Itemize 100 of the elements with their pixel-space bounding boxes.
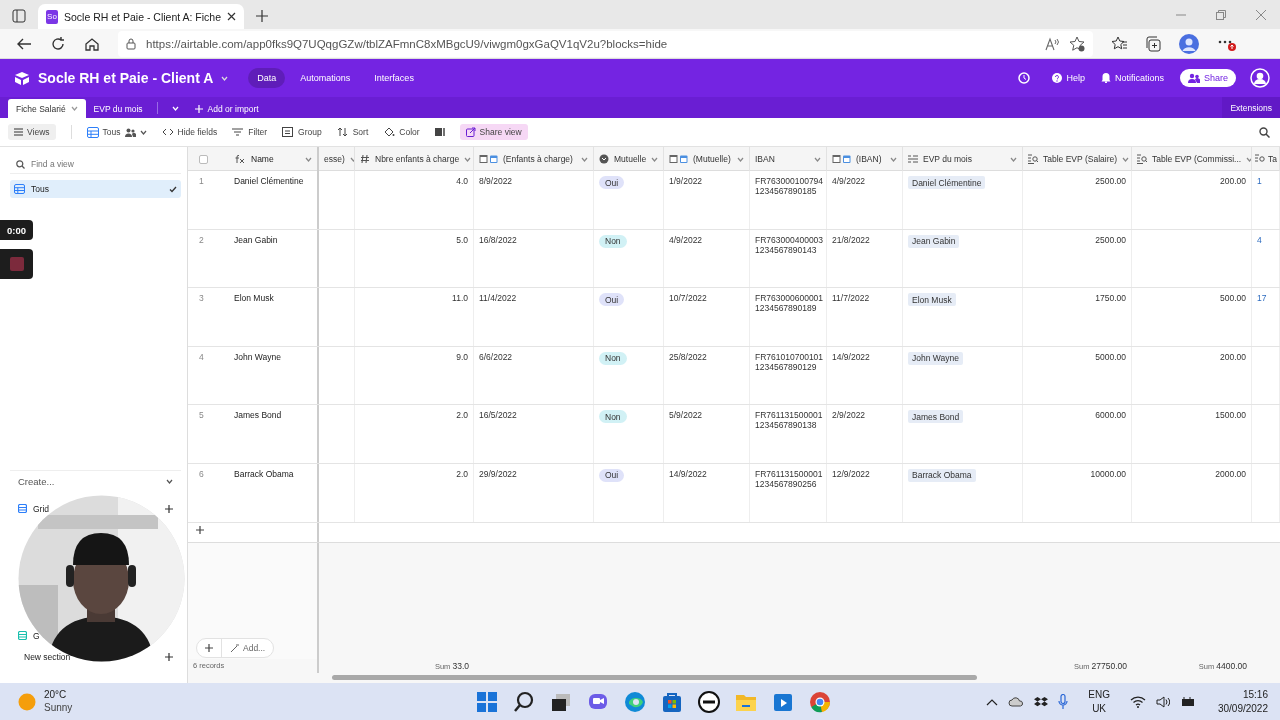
share-button[interactable]: Share	[1179, 69, 1236, 87]
read-aloud-icon[interactable]	[1045, 36, 1059, 51]
new-tab-icon[interactable]	[256, 10, 268, 22]
address-bar[interactable]: https://airtable.com/app0fks9Q7UQqgGZw/tblZAFmnC8xMBgcU9/viwgm0gxGaQV1qV2u?blocks=hide	[118, 30, 1093, 57]
table-cell: 2000.00	[1132, 463, 1252, 522]
grid-icon	[14, 184, 25, 194]
row-height-icon[interactable]	[434, 127, 445, 137]
add-favorite-icon[interactable]	[1069, 35, 1085, 52]
table-cell: 4/9/2022	[827, 171, 903, 229]
chevron-down-icon	[166, 479, 173, 485]
horizontal-scrollbar[interactable]	[332, 675, 977, 681]
browser-tab[interactable]: So Socle RH et Paie - Client A: Fiche	[38, 4, 244, 29]
caret-icon	[1122, 156, 1130, 162]
clock[interactable]: 15:16 30/09/2022	[1217, 688, 1268, 716]
table-cell: FR763000100794 1234567890185	[750, 171, 827, 229]
lock-icon	[126, 37, 136, 50]
view-item[interactable]: Tous	[10, 180, 181, 198]
weather-widget[interactable]: 20°C Sunny	[18, 689, 73, 715]
menu-icon	[14, 128, 23, 136]
table-cell: 21/8/2022	[827, 229, 903, 288]
table-cell: 200.00	[1132, 171, 1252, 229]
create-view-item[interactable]: G	[18, 630, 40, 641]
plus-icon[interactable]	[196, 525, 204, 534]
lookup-field-icon	[1028, 154, 1038, 164]
plus-icon[interactable]	[165, 504, 173, 513]
close-icon[interactable]	[227, 12, 236, 21]
add-or-import-button[interactable]: Add or import	[186, 99, 267, 118]
notifications-link[interactable]: Notifications	[1100, 73, 1164, 83]
linked-record[interactable]: Daniel Clémentine	[908, 176, 986, 189]
table-tab[interactable]: EVP du mois	[85, 99, 151, 118]
profile-avatar[interactable]	[1179, 33, 1199, 54]
table-cell: 1/9/2022	[664, 171, 750, 229]
history-icon[interactable]	[1018, 72, 1031, 84]
caret-icon	[890, 156, 897, 162]
table-cell: 1	[1252, 171, 1280, 229]
checkbox[interactable]	[199, 154, 208, 164]
row-number: 2	[198, 233, 205, 247]
browser-icon[interactable]	[623, 689, 648, 714]
table-cell: 2/9/2022	[827, 405, 903, 463]
table-cell: Daniel Clémentine	[229, 171, 319, 229]
status-tag: Oui	[599, 468, 625, 482]
help-link[interactable]: Help	[1052, 73, 1085, 83]
nav-tab[interactable]: Data	[248, 68, 286, 88]
cloud-icon[interactable]	[1008, 696, 1025, 707]
chevron-up-icon[interactable]	[986, 697, 999, 706]
status-tag: Non	[599, 234, 627, 248]
dropdown-caret-icon	[139, 129, 147, 135]
start-icon[interactable]	[475, 689, 500, 714]
search-icon[interactable]	[1259, 126, 1270, 138]
view-switcher[interactable]: Tous	[86, 126, 147, 138]
volume-icon[interactable]	[1155, 695, 1170, 708]
create-view-item[interactable]: Grid	[18, 503, 50, 514]
linked-record[interactable]: John Wayne	[908, 351, 963, 365]
caret-icon	[581, 156, 588, 162]
dropbox-icon[interactable]	[1034, 695, 1049, 708]
table-cell: 2500.00	[1023, 171, 1132, 229]
language-indicator[interactable]: ENG UK	[1088, 688, 1110, 716]
table-cell: 14/9/2022	[827, 346, 903, 405]
color-icon	[383, 127, 396, 137]
restore-icon[interactable]	[1216, 9, 1226, 20]
collections-icon[interactable]	[1145, 35, 1161, 52]
battery-icon[interactable]	[1179, 695, 1196, 708]
chrome-icon[interactable]	[808, 689, 833, 714]
color-button[interactable]: Color	[383, 127, 420, 137]
add-record-button[interactable]: Add...	[196, 638, 275, 659]
microphone-icon[interactable]	[1058, 694, 1069, 710]
extensions-button[interactable]: Extensions	[1222, 97, 1280, 118]
plus-icon[interactable]	[165, 652, 173, 661]
table-cell: 2.0	[355, 463, 474, 522]
sort-button[interactable]: Sort	[336, 127, 369, 137]
caret-icon	[349, 156, 354, 162]
circle-logo-icon[interactable]	[697, 689, 722, 714]
share-view-button[interactable]: Share view	[459, 124, 528, 140]
tab-actions-icon[interactable]	[12, 9, 26, 23]
nav-tab[interactable]: Interfaces	[365, 68, 423, 88]
create-section-toggle[interactable]: Create...	[10, 470, 181, 493]
table-cell: 500.00	[1132, 288, 1252, 346]
table-cell: 11.0	[355, 288, 474, 346]
table-tab[interactable]: Fiche Salarié	[8, 99, 86, 118]
table-cell: Barrack Obama	[229, 463, 319, 522]
refresh-icon[interactable]	[50, 35, 66, 52]
filter-button[interactable]: Filter	[232, 127, 268, 137]
table-cell: 2500.00	[1023, 229, 1132, 288]
group-button[interactable]: Group	[282, 127, 322, 137]
linked-record[interactable]: Elon Musk	[908, 293, 956, 307]
favorites-icon[interactable]	[1111, 35, 1127, 52]
table-cell: 29/9/2022	[474, 463, 594, 522]
views-button[interactable]: Views	[8, 124, 56, 140]
favicon: So	[46, 9, 58, 24]
new-section-button[interactable]: New section	[24, 651, 71, 662]
table-cell: 5000.00	[1023, 346, 1132, 405]
linked-record[interactable]: Jean Gabin	[908, 234, 960, 248]
wifi-icon[interactable]	[1129, 695, 1146, 708]
account-avatar[interactable]	[1250, 68, 1270, 88]
sun-icon	[18, 692, 36, 711]
nav-tab[interactable]: Automations	[291, 68, 360, 88]
hide-button[interactable]: Hide fields	[161, 127, 218, 137]
linked-record[interactable]: Barrack Obama	[908, 468, 976, 482]
linked-record[interactable]: James Bond	[908, 410, 964, 424]
table-cell: 11/4/2022	[474, 288, 594, 346]
